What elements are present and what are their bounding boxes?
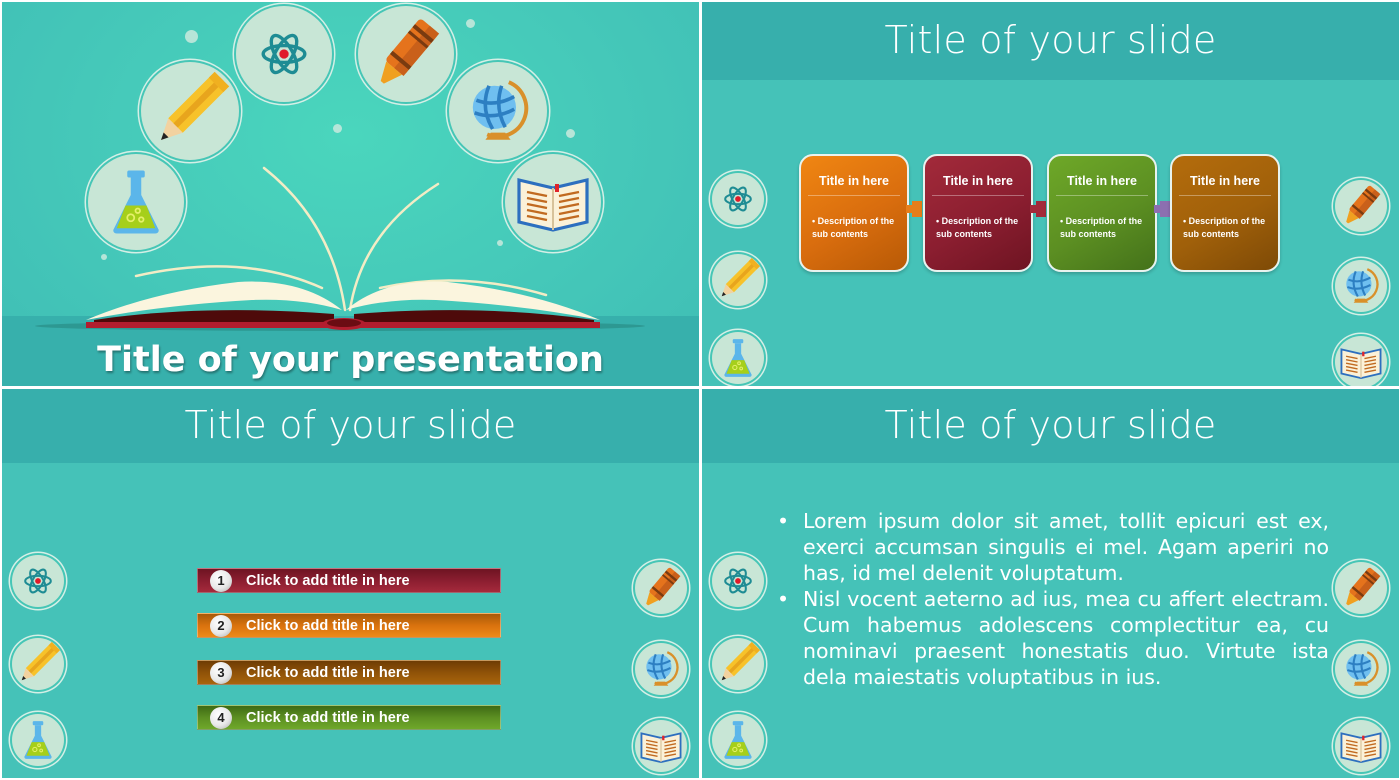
list-item-label: Click to add title in here: [246, 664, 410, 681]
side-bubble-atom: [712, 555, 764, 607]
bullet-item: Nisl vocent aeterno ad ius, mea cu affer…: [777, 586, 1329, 690]
side-bubble-book: [1335, 336, 1387, 386]
crayon-icon: [637, 564, 685, 612]
header-band: Title of your slide: [702, 389, 1399, 463]
process-step-3[interactable]: Title in here • Description of the sub c…: [1047, 154, 1157, 272]
slide-title[interactable]: Title of your slide: [702, 18, 1399, 62]
presentation-title[interactable]: Title of your presentation: [2, 340, 699, 380]
side-bubble-crayon: [1335, 180, 1387, 232]
globe-icon: [1340, 265, 1382, 307]
side-bubble-pencil: [712, 638, 764, 690]
list-item[interactable]: 3 Click to add title in here: [197, 660, 501, 685]
open-book-icon: [1338, 339, 1384, 385]
side-bubble-globe: [635, 643, 687, 695]
step-title: Title in here: [943, 174, 1013, 188]
atom-icon: [22, 565, 54, 597]
arrow-right-icon: [906, 201, 922, 217]
number-badge: 4: [210, 706, 232, 729]
list-item-label: Click to add title in here: [246, 572, 410, 589]
open-book-icon: [638, 723, 684, 769]
list-item-label: Click to add title in here: [246, 709, 410, 726]
list-item-label: Click to add title in here: [246, 617, 410, 634]
bullet-list[interactable]: Lorem ipsum dolor sit amet, tollit epicu…: [777, 508, 1329, 690]
step-description: • Description of the sub contents: [1060, 216, 1143, 239]
list-item[interactable]: 2 Click to add title in here: [197, 613, 501, 638]
process-step-1[interactable]: Title in here • Description of the sub c…: [799, 154, 909, 272]
step-description: • Description of the sub contents: [1183, 216, 1266, 239]
step-title: Title in here: [1190, 174, 1260, 188]
slide-title[interactable]: Title of your presentation: [2, 2, 699, 386]
crayon-icon: [1337, 182, 1385, 230]
step-divider: [808, 195, 900, 196]
number-badge: 3: [210, 661, 232, 684]
side-bubble-crayon: [635, 562, 687, 614]
process-step-2[interactable]: Title in here • Description of the sub c…: [923, 154, 1033, 272]
slide-title[interactable]: Title of your slide: [2, 403, 699, 447]
side-bubble-flask: [712, 714, 764, 766]
side-bubble-flask: [712, 332, 764, 384]
crayon-icon: [1337, 564, 1385, 612]
step-title: Title in here: [819, 174, 889, 188]
atom-icon: [722, 565, 754, 597]
flask-icon: [717, 337, 759, 379]
step-description: • Description of the sub contents: [812, 216, 895, 239]
flask-icon: [17, 719, 59, 761]
number-badge: 2: [210, 614, 232, 637]
side-bubble-crayon: [1335, 562, 1387, 614]
side-bubble-book: [1335, 720, 1387, 772]
step-title: Title in here: [1067, 174, 1137, 188]
header-band: Title of your slide: [2, 389, 699, 463]
step-divider: [932, 195, 1024, 196]
side-bubble-pencil: [712, 254, 764, 306]
side-bubble-atom: [12, 555, 64, 607]
number-badge: 1: [210, 569, 232, 592]
list-item[interactable]: 1 Click to add title in here: [197, 568, 501, 593]
side-bubble-globe: [1335, 643, 1387, 695]
pencil-icon: [715, 641, 761, 687]
step-description: • Description of the sub contents: [936, 216, 1019, 239]
step-divider: [1179, 195, 1271, 196]
pencil-icon: [715, 257, 761, 303]
atom-icon: [722, 183, 754, 215]
side-bubble-flask: [12, 714, 64, 766]
globe-icon: [1340, 648, 1382, 690]
side-bubble-atom: [712, 173, 764, 225]
slide-process[interactable]: Title of your slide Title in here • Desc…: [702, 2, 1399, 386]
open-book-illustration: [35, 166, 645, 331]
header-band: Title of your slide: [702, 2, 1399, 80]
process-step-4[interactable]: Title in here • Description of the sub c…: [1170, 154, 1280, 272]
slide-text[interactable]: Title of your slide Lorem ipsum dolor si…: [702, 389, 1399, 778]
pencil-icon: [15, 641, 61, 687]
flask-icon: [717, 719, 759, 761]
arrow-right-icon: [1154, 201, 1170, 217]
arrow-right-icon: [1030, 201, 1046, 217]
open-book-icon: [1338, 723, 1384, 769]
side-bubble-pencil: [12, 638, 64, 690]
side-bubble-globe: [1335, 260, 1387, 312]
side-bubble-book: [635, 720, 687, 772]
step-divider: [1056, 195, 1148, 196]
list-item[interactable]: 4 Click to add title in here: [197, 705, 501, 730]
bullet-item: Lorem ipsum dolor sit amet, tollit epicu…: [777, 508, 1329, 586]
slide-list[interactable]: Title of your slide 1 Click to add title…: [2, 389, 699, 778]
slide-title[interactable]: Title of your slide: [702, 403, 1399, 447]
globe-icon: [640, 648, 682, 690]
